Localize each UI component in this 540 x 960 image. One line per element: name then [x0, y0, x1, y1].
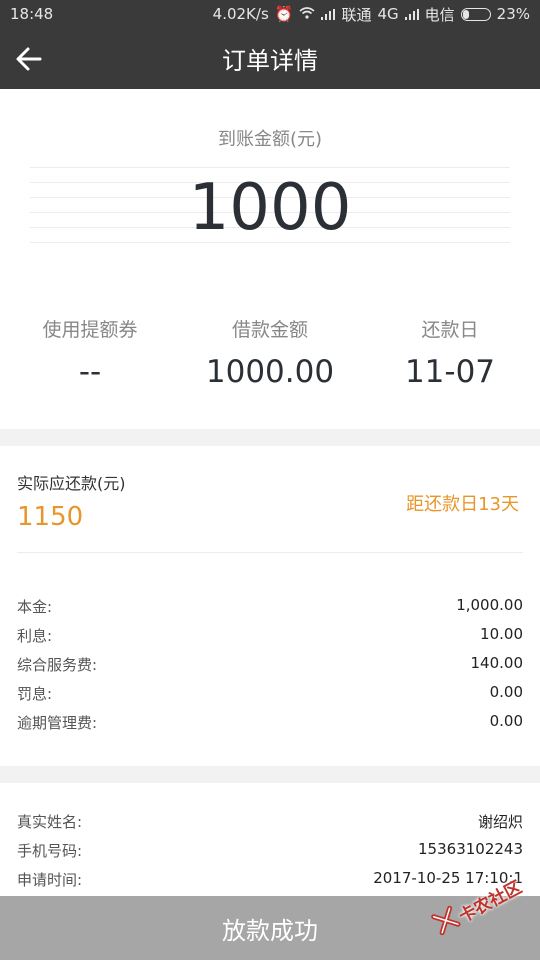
- repayment-card: 实际应还款(元) 1150 距还款日13天 本金: 1,000.00 利息: 10.…: [0, 446, 540, 766]
- watermark-text: 卡农社区: [455, 877, 526, 927]
- signal-icon: [404, 8, 419, 20]
- coupon-value: --: [78, 354, 102, 390]
- battery-icon: [460, 7, 491, 21]
- applicant-card: 真实姓名: 谢绍炽 手机号码: 15363102243 申请时间: 2017-10-2…: [0, 783, 540, 896]
- breakdown-value: 0.00: [489, 683, 523, 701]
- breakdown-row: 利息: 10.00: [17, 625, 523, 654]
- carrier-telecom: 电信: [424, 5, 455, 24]
- breakdown-row: 罚息: 0.00: [17, 683, 523, 712]
- breakdown-label: 利息:: [17, 627, 53, 645]
- network-type: 4G: [377, 5, 399, 23]
- breakdown-row: 综合服务费: 140.00: [17, 654, 523, 683]
- breakdown-row: 逾期管理费: 0.00: [17, 712, 523, 741]
- repayment-countdown: 距还款日13天: [406, 494, 519, 515]
- carrier-unicom: 联通: [341, 5, 372, 24]
- breakdown-label: 综合服务费:: [17, 656, 98, 674]
- received-amount: 1000: [188, 171, 352, 245]
- arrow-left-icon[interactable]: [12, 42, 46, 76]
- applicant-row: 真实姓名: 谢绍炽: [17, 811, 523, 840]
- wifi-icon: [299, 5, 315, 23]
- repayment-due-label: 实际应还款(元): [17, 474, 126, 493]
- signal-icon: [321, 8, 336, 20]
- breakdown-value: 10.00: [480, 625, 523, 643]
- loan-amount-value: 1000.00: [205, 354, 335, 390]
- breakdown-label: 罚息:: [17, 685, 53, 703]
- coupon-column: 使用提额券 --: [0, 315, 180, 390]
- status-icons: 4.02K/s ⏰ 联通 4G 电信 23%: [213, 4, 530, 25]
- loan-column: 借款金额 1000.00: [180, 315, 360, 390]
- applicant-label: 手机号码:: [17, 842, 83, 860]
- applicant-row: 手机号码: 15363102243: [17, 840, 523, 869]
- page-title: 订单详情: [222, 47, 318, 75]
- loan-amount-label: 借款金额: [231, 319, 308, 341]
- repayment-breakdown: 本金: 1,000.00 利息: 10.00 综合服务费: 140.00 罚息: 0.0…: [17, 596, 523, 741]
- due-date-label: 还款日: [421, 319, 479, 341]
- breakdown-value: 140.00: [470, 654, 524, 672]
- applicant-label: 真实姓名:: [17, 813, 83, 831]
- loan-summary: 使用提额券 -- 借款金额 1000.00 还款日 11-07: [0, 315, 540, 390]
- summary-card: 到账金额(元) 1000 使用提额券 -- 借款金额 1000.00 还款日 1…: [0, 89, 540, 429]
- repayment-due-amount: 1150: [17, 502, 84, 532]
- breakdown-value: 0.00: [489, 712, 523, 730]
- due-date-value: 11-07: [404, 354, 496, 390]
- applicant-info: 真实姓名: 谢绍炽 手机号码: 15363102243 申请时间: 2017-10-2…: [17, 811, 523, 898]
- title-bar: 订单详情: [0, 28, 540, 89]
- network-speed: 4.02K/s: [212, 5, 269, 23]
- breakdown-value: 1,000.00: [456, 596, 523, 614]
- received-amount-label: 到账金额(元): [217, 129, 323, 150]
- status-bar: 18:48 4.02K/s ⏰ 联通 4G 电信 23%: [0, 0, 540, 28]
- breakdown-label: 本金:: [17, 598, 53, 616]
- applicant-value: 谢绍炽: [477, 813, 523, 831]
- applicant-label: 申请时间:: [17, 871, 83, 889]
- divider: [17, 552, 523, 553]
- breakdown-label: 逾期管理费:: [17, 714, 98, 732]
- alarm-icon: ⏰: [274, 5, 294, 23]
- battery-percent: 23%: [496, 5, 530, 23]
- coupon-label: 使用提额券: [42, 319, 138, 341]
- status-time: 18:48: [10, 5, 54, 23]
- breakdown-row: 本金: 1,000.00: [17, 596, 523, 625]
- due-date-column: 还款日 11-07: [360, 315, 540, 390]
